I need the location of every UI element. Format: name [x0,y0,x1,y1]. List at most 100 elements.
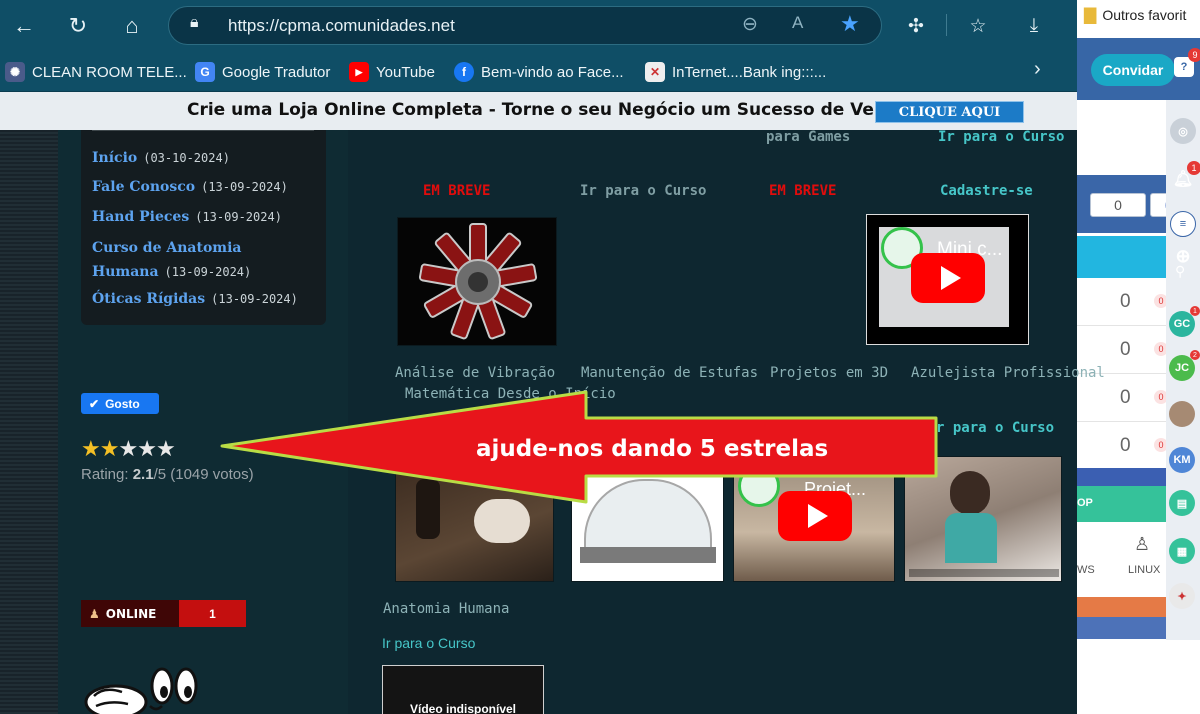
page-link[interactable]: Fale Conosco [92,179,195,195]
like-button[interactable]: ✔ Gosto [81,393,159,414]
course-link[interactable]: Ir para o Curso [382,635,475,651]
rating-value: 2.1 [132,466,154,483]
row-count: 0 [1120,387,1131,408]
bookmark-label: CLEAN ROOM TELE... [32,63,187,81]
course-caption[interactable]: Azulejista Profissional [911,365,1105,381]
avatar[interactable]: ✦ [1169,583,1195,609]
cartoon-eyes-image [84,667,198,714]
youtube-icon: ▶ [349,62,369,82]
page-link[interactable]: Hand Pieces [92,209,189,225]
list-item[interactable]: 0 0 [1077,278,1168,326]
signup-link[interactable]: Cadastre-se [940,183,1033,199]
youtube-play-icon[interactable] [911,253,985,303]
online-count: 1 [179,600,246,627]
chat-icon[interactable]: ≡ [1170,211,1196,237]
page-link[interactable]: Curso de Anatomia [92,237,251,260]
user-icon: ♟ [89,606,100,621]
bell-badge: 1 [1187,161,1200,175]
check-icon: ✔ [89,396,100,411]
page-date: (13-09-2024) [211,292,298,306]
bookmark-label: Bem-vindo ao Face... [481,63,624,81]
star-rating[interactable]: ★★★★★ [81,436,176,462]
page-date: (13-09-2024) [164,265,252,279]
course-caption[interactable]: Manutenção de Estufas [581,365,758,381]
downloads-icon[interactable]: ⤓ [1018,10,1050,42]
favorites-icon[interactable]: ☆ [962,10,994,42]
bookmark-facebook[interactable]: f Bem-vindo ao Face... [454,60,624,84]
bookmark-clean-room[interactable]: ✺ CLEAN ROOM TELE... [5,60,187,84]
online-label-box: ♟ ONLINE [81,600,179,627]
chevron-right-icon[interactable]: › [1034,58,1041,81]
zoom-icon[interactable]: ⊖ [742,13,758,36]
os-label-windows[interactable]: WS [1077,564,1095,576]
page-date: (13-09-2024) [201,180,288,194]
translate-icon: G [195,62,215,82]
video-progress-bar[interactable] [909,569,1059,577]
page-left-border [0,130,58,714]
folder-icon: ▇ [1084,7,1097,24]
bookmark-label: YouTube [376,63,435,81]
person-body [945,513,997,563]
avatar-badge: 1 [1190,306,1200,316]
course-link[interactable]: r para o Curso [936,420,1054,436]
course-link[interactable]: Ir para o Curso [938,129,1064,145]
star-filled-icon[interactable]: ★ [81,436,101,461]
video-unavailable-box: Vídeo indisponível [382,665,544,714]
url-text[interactable]: https://cpma.comunidades.net [228,16,455,36]
games-link[interactable]: para Games [766,129,850,145]
recent-page-item[interactable]: Início (03-10-2024) [92,149,230,167]
read-aloud-icon[interactable]: A [792,13,803,33]
recent-page-item[interactable]: Hand Pieces (13-09-2024) [92,208,282,226]
annotation-text: ajude-nos dando 5 estrelas [476,436,829,462]
star-empty-icon[interactable]: ★ [118,436,138,461]
bookmark-google-tradutor[interactable]: G Google Tradutor [195,60,330,84]
extensions-icon[interactable]: ✣ [900,10,932,42]
back-icon[interactable]: ← [8,10,40,42]
bookmark-youtube[interactable]: ▶ YouTube [349,60,435,84]
green-section[interactable]: OP [1077,486,1177,522]
document-icon[interactable]: ▦ [1169,538,1195,564]
message-icon[interactable]: ▤ [1169,490,1195,516]
toolbar-divider [946,14,947,36]
star-empty-icon[interactable]: ★ [137,436,157,461]
list-item[interactable]: 0 0 [1077,422,1168,470]
video-thumbnail[interactable]: Mini c... [866,214,1029,345]
course-caption[interactable]: Projetos em 3D [770,365,888,381]
other-favorites-label: Outros favorit [1102,7,1187,23]
page-link[interactable]: Humana [92,264,159,280]
row-count: 0 [1120,435,1131,456]
page-link[interactable]: Início [92,150,137,166]
invite-button[interactable]: Convidar [1091,54,1175,86]
course-caption[interactable]: Análise de Vibração [395,365,555,381]
recent-page-item[interactable]: Óticas Rígidas (13-09-2024) [92,290,298,308]
list-item[interactable]: 0 0 [1077,374,1168,422]
star-filled-icon[interactable]: ★ [100,436,120,461]
stat-field[interactable]: 0 [1090,193,1146,217]
globe-icon: ✺ [5,62,25,82]
row-count: 0 [1120,339,1131,360]
radial-engine-image[interactable] [397,217,557,346]
bookmark-internet-banking[interactable]: ✕ InTernet....Bank ing:::... [645,60,826,84]
avatar[interactable]: KM [1169,447,1195,473]
reload-icon[interactable]: ↻ [62,10,94,42]
screen: ← ↻ ⌂ 🔒︎ https://cpma.comunidades.net ⊖ … [0,0,1200,714]
lock-icon[interactable]: 🔒︎ [190,14,199,32]
page-date: (03-10-2024) [143,151,230,165]
course-caption[interactable]: Anatomia Humana [383,601,509,617]
avatar[interactable] [1169,401,1195,427]
other-favorites[interactable]: ▇ Outros favorit [1084,5,1186,25]
favorite-star-icon[interactable]: ★ [840,11,860,37]
os-label-linux[interactable]: LINUX [1128,564,1160,576]
row-count: 0 [1120,291,1131,312]
section-label: OP [1077,497,1093,509]
history-icon[interactable]: ◎ [1170,118,1196,144]
page-link[interactable]: Óticas Rígidas [92,291,205,307]
recent-page-item[interactable]: Fale Conosco (13-09-2024) [92,178,288,196]
star-empty-icon[interactable]: ★ [156,436,176,461]
recent-page-item[interactable]: Curso de Anatomia Humana (13-09-2024) [92,237,251,284]
search-icon[interactable]: ⚲ [1175,263,1185,280]
home-icon[interactable]: ⌂ [116,10,148,42]
avatar-badge: 2 [1190,350,1200,360]
course-link[interactable]: Ir para o Curso [580,183,706,199]
click-here-button[interactable]: CLIQUE AQUI [875,101,1024,123]
